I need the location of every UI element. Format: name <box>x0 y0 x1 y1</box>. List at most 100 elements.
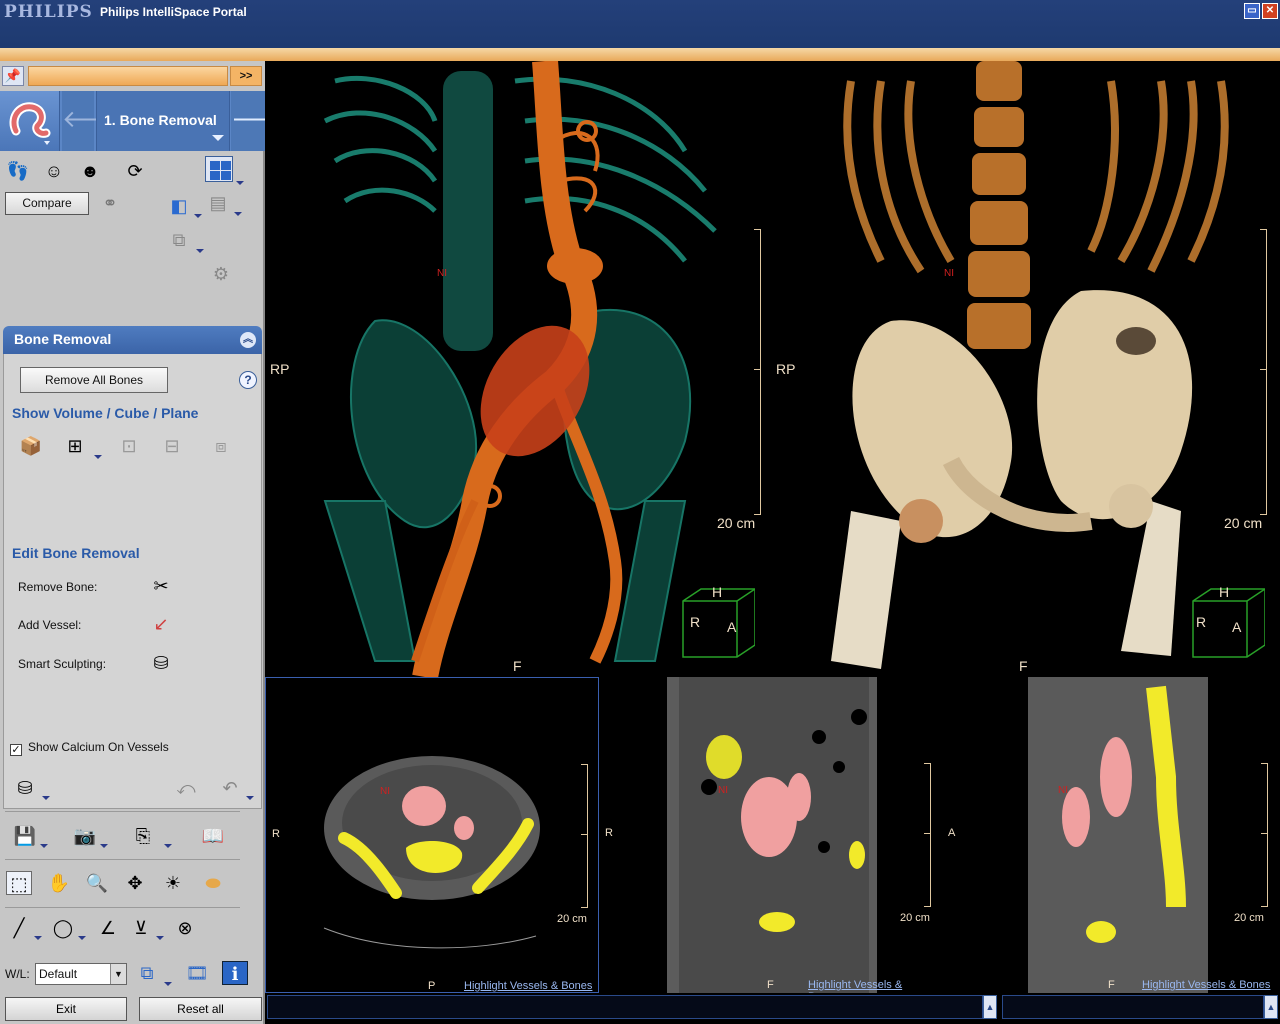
feet-view-icon[interactable]: 👣 <box>5 159 31 183</box>
orientation-label-left: A <box>948 827 956 839</box>
cube-edit-icon[interactable]: ⊟ <box>159 434 185 458</box>
minimize-button[interactable]: ▭ <box>1244 3 1260 19</box>
close-button[interactable]: ✕ <box>1262 3 1278 19</box>
reset-all-button[interactable]: Reset all <box>139 997 262 1021</box>
protocol-bar[interactable] <box>28 66 228 86</box>
remove-bone-icon[interactable]: ✂ <box>148 574 174 598</box>
status-bar: ▲ ▲ <box>265 993 1280 1024</box>
show-volume-section-title: Show Volume / Cube / Plane <box>12 405 199 421</box>
pin-icon[interactable]: 📌 <box>2 66 24 86</box>
chevron-down-icon[interactable]: ▼ <box>110 964 126 984</box>
annotation-icon[interactable]: ▤ <box>205 191 231 215</box>
cube-add-icon[interactable]: ⊞ <box>62 434 88 458</box>
link-icon[interactable]: ⚭ <box>97 191 123 215</box>
roi-icon[interactable]: ⬬ <box>200 871 226 895</box>
add-vessel-icon[interactable]: ↙ <box>148 612 174 636</box>
window-level-label: W/L: <box>5 967 30 981</box>
plane-icon[interactable]: ⧈ <box>208 434 234 458</box>
erase-annotation-icon[interactable]: ⊗ <box>172 916 198 940</box>
chevron-down-icon <box>34 936 42 940</box>
compare-button[interactable]: Compare <box>5 192 89 215</box>
stack-icon[interactable]: ⧉ <box>166 228 192 252</box>
orientation-label-left: R <box>272 828 280 840</box>
marker-label: NI <box>380 786 390 797</box>
cube-label-r: R <box>1196 614 1207 630</box>
highlight-vessels-bones-link[interactable]: Highlight Vessels & Bones <box>808 979 936 993</box>
orientation-label-left: RP <box>270 361 290 377</box>
camera-icon[interactable]: 📷 <box>72 824 98 848</box>
scale-label: 20 cm <box>557 913 587 925</box>
help-icon[interactable]: ? <box>239 371 257 389</box>
copy-icon[interactable]: ⎘ <box>130 824 156 848</box>
chevron-down-icon <box>78 936 86 940</box>
expand-up-icon[interactable]: ▲ <box>983 995 997 1019</box>
undo-icon[interactable]: ⤺ <box>173 776 199 800</box>
cube-label-a: A <box>727 619 737 635</box>
axial-viewport[interactable]: R P NI 20 cm Highlight Vessels & Bones <box>265 677 599 993</box>
checkbox-icon[interactable]: ✓ <box>10 744 22 756</box>
volume-icon[interactable]: 📦 <box>18 434 44 458</box>
coronal-viewport[interactable]: R F NI 20 cm Highlight Vessels & Bones <box>599 677 936 993</box>
rotate-3d-icon[interactable]: ✥ <box>122 871 148 895</box>
zoom-icon[interactable]: 🔍 <box>84 871 110 895</box>
redo-icon[interactable]: ↶ <box>217 776 243 800</box>
window-title: Philips IntelliSpace Portal <box>100 5 247 19</box>
sculpt-tool-icon[interactable]: ⛁ <box>12 776 38 800</box>
cube-icon[interactable]: ◧ <box>166 194 192 218</box>
marker-label: NI <box>1058 785 1068 796</box>
settings-list-icon[interactable]: ⚙ <box>208 262 234 286</box>
presets-icon[interactable]: ⧉ <box>134 961 160 985</box>
layout-icon[interactable] <box>205 156 233 182</box>
info-icon[interactable]: ℹ <box>222 961 248 985</box>
angle-icon[interactable]: ∠ <box>95 916 121 940</box>
smart-sculpting-icon[interactable]: ⛁ <box>148 651 174 675</box>
cube-lock-icon[interactable]: ⊡ <box>116 434 142 458</box>
line-measure-icon[interactable]: ╱ <box>6 916 32 940</box>
book-icon[interactable]: 📖 <box>200 824 226 848</box>
scale-label: 20 cm <box>900 912 930 924</box>
remove-all-bones-button[interactable]: Remove All Bones <box>20 367 168 393</box>
chevron-down-icon <box>164 982 172 986</box>
ellipse-icon[interactable]: ◯ <box>50 916 76 940</box>
vr-viewport-left[interactable]: RP F NI 20 cm H R A <box>265 61 771 677</box>
chevron-down-icon <box>196 249 204 253</box>
vessel-step-icon[interactable] <box>0 91 60 151</box>
movie-icon[interactable]: 🎞 <box>184 961 210 985</box>
header-strip <box>0 48 1280 61</box>
expand-up-icon[interactable]: ▲ <box>1264 995 1278 1019</box>
select-tool-icon[interactable]: ⬚ <box>6 871 32 895</box>
workflow-step-bar: 🡐 1. Bone Removal 🡒 <box>0 91 295 151</box>
window-level-icon[interactable]: ☀ <box>160 871 186 895</box>
chevron-down-icon <box>234 212 242 216</box>
cube-label-h: H <box>1219 584 1230 600</box>
philips-logo: PHILIPS <box>4 2 93 22</box>
exit-button[interactable]: Exit <box>5 997 127 1021</box>
smart-sculpting-label: Smart Sculpting: <box>18 657 107 671</box>
previous-step-button[interactable]: 🡐 <box>62 91 126 151</box>
cube-label-h: H <box>712 584 723 600</box>
orientation-label-bottom: P <box>428 980 436 992</box>
sagittal-viewport[interactable]: A F NI 20 cm Highlight Vessels & Bones <box>936 677 1280 993</box>
vr-viewport-right[interactable]: RP F NI 20 cm H R A <box>771 61 1280 677</box>
highlight-vessels-bones-link[interactable]: Highlight Vessels & Bones <box>1142 979 1270 991</box>
scale-bar <box>578 764 588 908</box>
text-annotation-icon[interactable]: ⊻ <box>128 916 154 940</box>
save-icon[interactable]: 💾 <box>12 824 38 848</box>
step-title-dropdown[interactable]: 1. Bone Removal <box>96 91 230 151</box>
bone-removal-header[interactable]: Bone Removal ︽ <box>3 326 262 354</box>
show-calcium-checkbox[interactable]: ✓ Show Calcium On Vessels <box>10 740 169 756</box>
chevron-down-icon <box>164 844 172 848</box>
divider <box>5 907 240 908</box>
next-step-button[interactable]: 🡒 <box>231 91 295 151</box>
collapse-icon[interactable]: ︽ <box>240 332 256 348</box>
orientation-label-bottom: F <box>767 979 774 991</box>
head-side-view-icon[interactable]: ☻ <box>77 159 103 183</box>
window-level-select[interactable]: Default ▼ <box>35 963 127 985</box>
expand-panel-button[interactable]: >> <box>230 66 262 86</box>
highlight-vessels-bones-link[interactable]: Highlight Vessels & Bones <box>464 980 592 992</box>
scale-bar <box>921 763 931 907</box>
chevron-down-icon <box>40 844 48 848</box>
pan-hand-icon[interactable]: ✋ <box>46 871 72 895</box>
rotate-icon[interactable]: ⟳ <box>122 159 148 183</box>
head-front-view-icon[interactable]: ☺ <box>41 159 67 183</box>
